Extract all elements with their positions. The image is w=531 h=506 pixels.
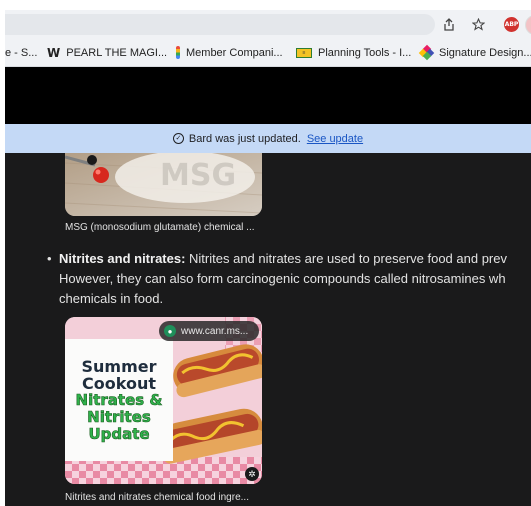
msg-image[interactable]: MSG [65,153,262,216]
check-circle-icon: ✓ [172,133,184,144]
bookmark-item-pearl[interactable]: W PEARL THE MAGI... [47,39,167,66]
see-update-link[interactable]: See update [307,133,363,145]
adblock-icon[interactable]: ABP [504,17,519,32]
bookmark-label: Planning Tools - I... [318,46,412,59]
browser-window: ABP e - S... W PEARL THE MAGI... Member … [5,10,531,506]
plan-icon: ≡ [296,47,312,58]
address-bar-row: ABP [5,10,531,39]
bookmark-item-1[interactable]: e - S... [5,39,37,66]
bookmark-item-member[interactable]: Member Compani... [176,39,291,66]
nitrites-line-3: chemicals in food. [59,291,164,306]
sign-line-3: Nitrates & [75,390,163,409]
svg-text:MSG: MSG [160,158,236,193]
source-url-chip[interactable]: ● www.canr.ms... [159,321,259,341]
bookmark-label: Member Compani... [186,46,283,59]
nitrites-text: Nitrites and nitrates are used to preser… [185,251,507,266]
sign-line-1: Summer [81,356,157,376]
app-header [5,67,531,124]
banner-text: Bard was just updated. [188,132,301,145]
hotdog-image[interactable]: Summer Cookout Nitrates & Nitrites Updat… [65,317,262,484]
colorbar-icon [176,46,180,59]
sign-line-5: Update [88,424,150,443]
bookmark-label: Signature Design... [439,46,531,59]
site-favicon-icon: ● [164,325,176,337]
bookmarks-bar: e - S... W PEARL THE MAGI... Member Comp… [5,39,531,67]
bookmark-label: PEARL THE MAGI... [66,46,168,59]
sign-line-2: Cookout [82,373,156,393]
share-icon[interactable] [438,14,459,35]
bookmark-item-signature[interactable]: Signature Design... [418,39,531,66]
hotdog-caption: Nitrites and nitrates chemical food ingr… [65,492,249,503]
msg-caption: MSG (monosodium glutamate) chemical ... [65,222,255,233]
sign-line-4: Nitrites [87,407,151,426]
nitrites-line-2: However, they can also form carcinogenic… [59,271,506,286]
profile-avatar[interactable] [525,15,531,35]
source-url: www.canr.ms... [181,325,249,337]
omnibox[interactable] [5,14,435,35]
update-banner: ✓ Bard was just updated. See update [5,124,531,153]
star-icon[interactable] [468,14,489,35]
nitrites-heading: Nitrites and nitrates: [59,251,186,266]
bullet: • [47,251,52,266]
diamond-icon [418,44,435,61]
w-logo-icon: W [47,45,61,60]
bookmark-label: e - S... [5,46,38,59]
sparkle-icon: ✲ [245,467,259,481]
nitrites-line-1: Nitrites and nitrates: Nitrites and nitr… [59,249,507,269]
cookout-sign: Summer Cookout Nitrates & Nitrites Updat… [65,339,173,461]
bookmark-item-planning[interactable]: ≡ Planning Tools - I... [296,39,411,66]
